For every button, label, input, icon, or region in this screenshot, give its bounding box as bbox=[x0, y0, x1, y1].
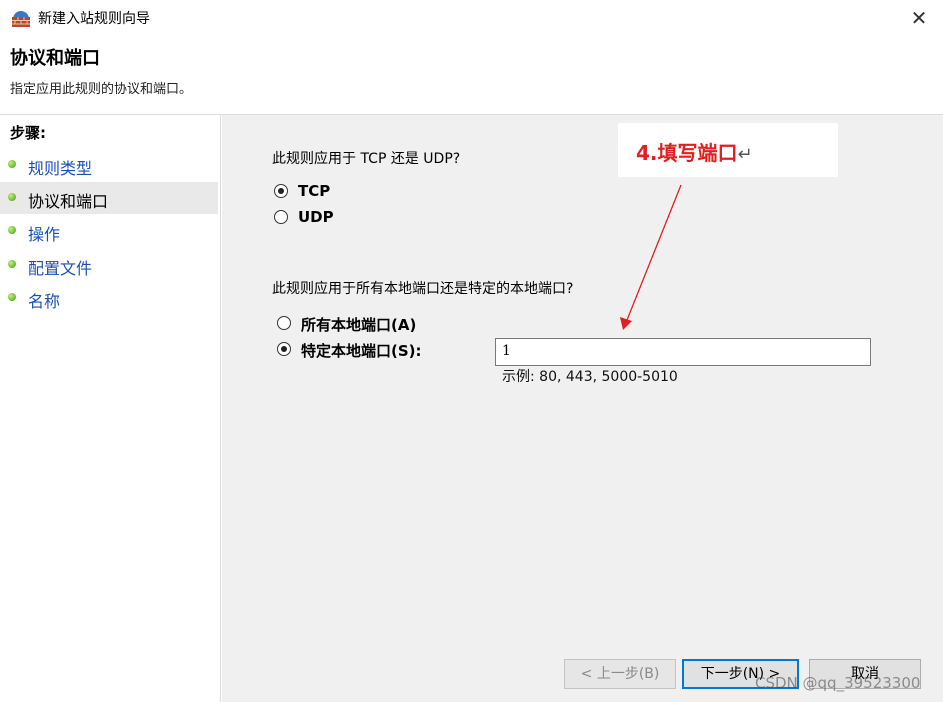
green-bullet-icon bbox=[8, 160, 16, 168]
sidebar-item-profile[interactable]: 配置文件 bbox=[0, 249, 218, 281]
main-panel: 此规则应用于 TCP 还是 UDP? TCP UDP 此规则应用于所有本地端口还… bbox=[222, 115, 943, 702]
steps-sidebar: 步骤: 规则类型 协议和端口 操作 配置文件 名称 bbox=[0, 115, 221, 702]
sidebar-item-label: 规则类型 bbox=[28, 159, 93, 178]
firewall-wall-icon bbox=[12, 11, 30, 27]
back-button[interactable]: < 上一步(B) bbox=[564, 659, 676, 689]
close-button[interactable]: ✕ bbox=[903, 4, 935, 32]
page-header: 协议和端口 指定应用此规则的协议和端口。 bbox=[0, 36, 943, 115]
green-bullet-icon bbox=[8, 226, 16, 234]
sidebar-item-label: 操作 bbox=[28, 225, 61, 244]
watermark-text: CSDN @qq_39523300 bbox=[755, 674, 921, 692]
green-bullet-icon bbox=[8, 293, 16, 301]
sidebar-item-action[interactable]: 操作 bbox=[0, 215, 218, 247]
page-title: 协议和端口 bbox=[10, 48, 100, 69]
sidebar-item-label: 名称 bbox=[28, 292, 61, 311]
annotation-arrow-icon bbox=[620, 184, 682, 330]
sidebar-item-protocol-and-ports[interactable]: 协议和端口 bbox=[0, 182, 218, 214]
sidebar-item-rule-type[interactable]: 规则类型 bbox=[0, 149, 218, 181]
sidebar-item-name[interactable]: 名称 bbox=[0, 282, 218, 314]
close-icon: ✕ bbox=[910, 6, 928, 30]
steps-heading: 步骤: bbox=[10, 124, 46, 142]
green-bullet-icon bbox=[8, 260, 16, 268]
green-bullet-icon bbox=[8, 193, 16, 201]
title-bar: 新建入站规则向导 ✕ bbox=[0, 0, 943, 36]
page-description: 指定应用此规则的协议和端口。 bbox=[10, 82, 193, 97]
sidebar-item-label: 协议和端口 bbox=[28, 192, 109, 211]
sidebar-item-label: 配置文件 bbox=[28, 259, 93, 278]
window-title: 新建入站规则向导 bbox=[38, 11, 150, 27]
